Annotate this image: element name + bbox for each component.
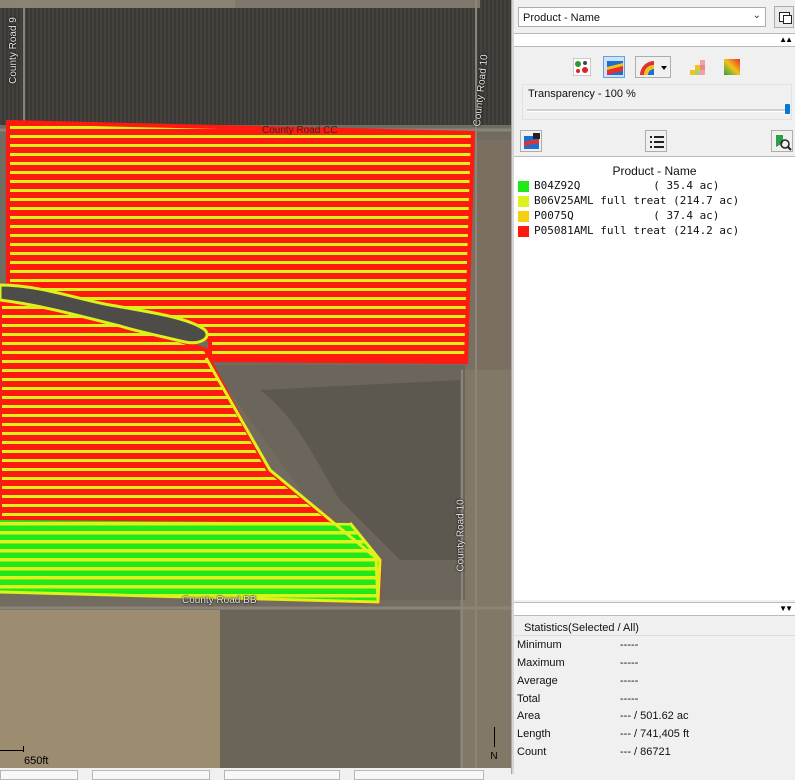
scale-text: 650ft	[24, 755, 49, 767]
bottom-tab-strip	[0, 768, 511, 780]
stat-value: --- / 501.62 ac	[620, 710, 689, 722]
statistics-title-text: Statistics(Selected / All)	[524, 622, 639, 634]
zoom-layer-icon	[776, 135, 792, 151]
stat-label: Minimum	[517, 639, 562, 651]
legend-item[interactable]: B06V25AML full treat (214.7 ac)	[518, 194, 793, 209]
export-legend-button[interactable]	[520, 130, 542, 152]
window-icon	[779, 12, 792, 24]
stat-row-average: Average -----	[517, 673, 792, 690]
stat-value: -----	[620, 657, 639, 669]
stat-value: -----	[620, 675, 639, 687]
bottom-tab-2[interactable]	[92, 770, 210, 780]
attribute-selector-row: Product - Name ⌄	[518, 6, 794, 30]
scale-bar: 650ft N	[0, 727, 511, 768]
map-layer-button[interactable]	[603, 56, 625, 78]
gradient-icon	[724, 59, 740, 75]
north-arrow-icon: N	[489, 727, 499, 762]
scale-tick	[23, 746, 24, 752]
road-label-county-road-9: County Road 9	[7, 17, 19, 84]
stat-value: --- / 86721	[620, 746, 671, 758]
gradient-button[interactable]	[721, 56, 743, 78]
legend-list-button[interactable]	[645, 130, 667, 152]
color-ramp-button[interactable]	[635, 56, 671, 78]
map-canvas[interactable]	[0, 0, 511, 768]
legend-item-label: B04Z92Q ( 35.4 ac)	[534, 179, 720, 192]
classify-points-icon	[573, 58, 591, 76]
road-label-county-road-10-lower: County Road 10	[455, 499, 467, 572]
stat-row-minimum: Minimum -----	[517, 637, 792, 654]
bottom-tab-4[interactable]	[354, 770, 484, 780]
transparency-slider-thumb[interactable]	[785, 104, 790, 114]
north-label: N	[490, 751, 498, 762]
legend-item-label: P0075Q ( 37.4 ac)	[534, 209, 720, 222]
legend-swatch	[518, 226, 529, 237]
map-layer-icon	[607, 61, 623, 75]
collapse-bar-bottom[interactable]: ▼▼	[514, 602, 795, 616]
bottom-tab-3[interactable]	[224, 770, 340, 780]
statistics-title: Statistics(Selected / All)	[514, 619, 795, 636]
zoom-to-layer-button[interactable]	[771, 130, 793, 152]
legend-item-label: B06V25AML full treat (214.7 ac)	[534, 194, 740, 207]
stat-label: Count	[517, 746, 547, 758]
transparency-label: Transparency - 100 %	[528, 88, 636, 100]
stat-value: -----	[620, 639, 639, 651]
stat-label: Area	[517, 710, 541, 722]
stat-row-maximum: Maximum -----	[517, 655, 792, 672]
stat-row-length: Length --- / 741,405 ft	[517, 726, 792, 743]
bottom-tab-1[interactable]	[0, 770, 78, 780]
stat-label: Maximum	[517, 657, 565, 669]
open-window-button[interactable]	[774, 6, 794, 28]
grid-button[interactable]	[688, 56, 710, 78]
stat-value: --- / 741,405 ft	[620, 728, 690, 740]
legend-item[interactable]: B04Z92Q ( 35.4 ac)	[518, 179, 793, 194]
double-down-arrow-icon[interactable]: ▼▼	[779, 604, 793, 613]
stat-value: -----	[620, 693, 639, 705]
road-label-county-road-cc: County Road CC	[262, 125, 338, 136]
scale-line	[0, 750, 24, 751]
chevron-down-icon: ⌄	[752, 10, 761, 21]
road-label-county-road-bb: County Road BB	[182, 595, 257, 606]
legend-toolbar	[514, 128, 795, 157]
classify-points-button[interactable]	[571, 56, 593, 78]
legend-item[interactable]: P05081AML full treat (214.2 ac)	[518, 224, 793, 239]
legend: Product - Name B04Z92Q ( 35.4 ac) B06V25…	[514, 157, 795, 600]
transparency-slider-track[interactable]	[527, 109, 787, 112]
color-ramp-icon	[640, 61, 667, 75]
stat-row-count: Count --- / 86721	[517, 744, 792, 761]
stat-label: Average	[517, 675, 558, 687]
legend-item-label: P05081AML full treat (214.2 ac)	[534, 224, 740, 237]
layer-properties-panel: Product - Name ⌄ ▲▲ Transparency - 100 %…	[514, 0, 795, 774]
symbology-toolbar	[514, 52, 795, 84]
stat-label: Length	[517, 728, 551, 740]
list-icon	[650, 136, 664, 148]
legend-swatch	[518, 211, 529, 222]
legend-swatch	[518, 196, 529, 207]
export-legend-icon	[524, 133, 540, 149]
dropdown-arrow-icon	[661, 66, 667, 70]
double-up-arrow-icon[interactable]: ▲▲	[779, 35, 793, 44]
legend-swatch	[518, 181, 529, 192]
grid-icon	[690, 60, 705, 75]
stat-row-area: Area --- / 501.62 ac	[517, 708, 792, 725]
collapse-bar-top[interactable]: ▲▲	[514, 33, 795, 47]
transparency-control: Transparency - 100 %	[522, 84, 792, 120]
legend-item[interactable]: P0075Q ( 37.4 ac)	[518, 209, 793, 224]
attribute-dropdown[interactable]: Product - Name ⌄	[518, 7, 766, 27]
map-view[interactable]: County Road 9 County Road 10 County Road…	[0, 0, 511, 768]
statistics-panel: Statistics(Selected / All) Minimum -----…	[514, 619, 795, 769]
attribute-dropdown-value: Product - Name	[523, 12, 601, 24]
stat-label: Total	[517, 693, 541, 705]
legend-title: Product - Name	[612, 164, 697, 178]
stat-row-total: Total -----	[517, 691, 792, 708]
